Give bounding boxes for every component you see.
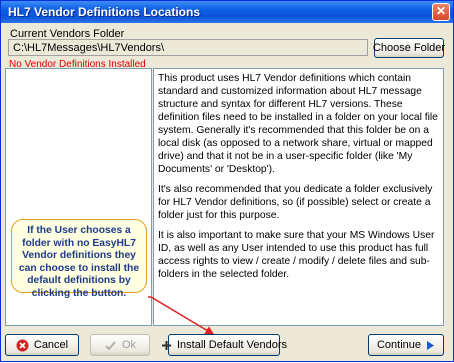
ok-button[interactable]: Ok: [90, 334, 150, 356]
close-icon: ✕: [435, 4, 447, 18]
info-paragraph: It's also recommended that you dedicate …: [158, 184, 433, 221]
install-default-vendors-button[interactable]: Install Default Vendors: [161, 334, 287, 356]
plus-icon: [161, 340, 172, 351]
continue-button[interactable]: Continue: [368, 334, 444, 356]
continue-label: Continue: [376, 339, 422, 351]
info-paragraph: It is also important to make sure that y…: [158, 230, 435, 280]
cancel-button[interactable]: Cancel: [5, 334, 79, 356]
cancel-label: Cancel: [33, 339, 69, 351]
info-paragraph: This product uses HL7 Vendor definitions…: [158, 73, 438, 175]
current-folder-field[interactable]: C:\HL7Messages\HL7Vendors\: [8, 39, 368, 56]
info-text: This product uses HL7 Vendor definitions…: [158, 72, 438, 288]
help-callout: If the User chooses a folder with no Eas…: [11, 219, 147, 299]
info-text-panel[interactable]: This product uses HL7 Vendor definitions…: [153, 68, 444, 326]
choose-folder-button[interactable]: Choose Folder: [373, 38, 445, 58]
install-label: Install Default Vendors: [176, 339, 288, 351]
arrow-right-icon: [426, 340, 435, 351]
dialog-window: HL7 Vendor Definitions Locations ✕ Curre…: [0, 0, 454, 362]
x-icon: [16, 339, 29, 352]
checkmark-icon: [104, 339, 117, 352]
window-title: HL7 Vendor Definitions Locations: [8, 5, 201, 19]
ok-label: Ok: [121, 339, 137, 351]
close-button[interactable]: ✕: [432, 3, 450, 21]
title-bar[interactable]: HL7 Vendor Definitions Locations ✕: [1, 1, 453, 23]
